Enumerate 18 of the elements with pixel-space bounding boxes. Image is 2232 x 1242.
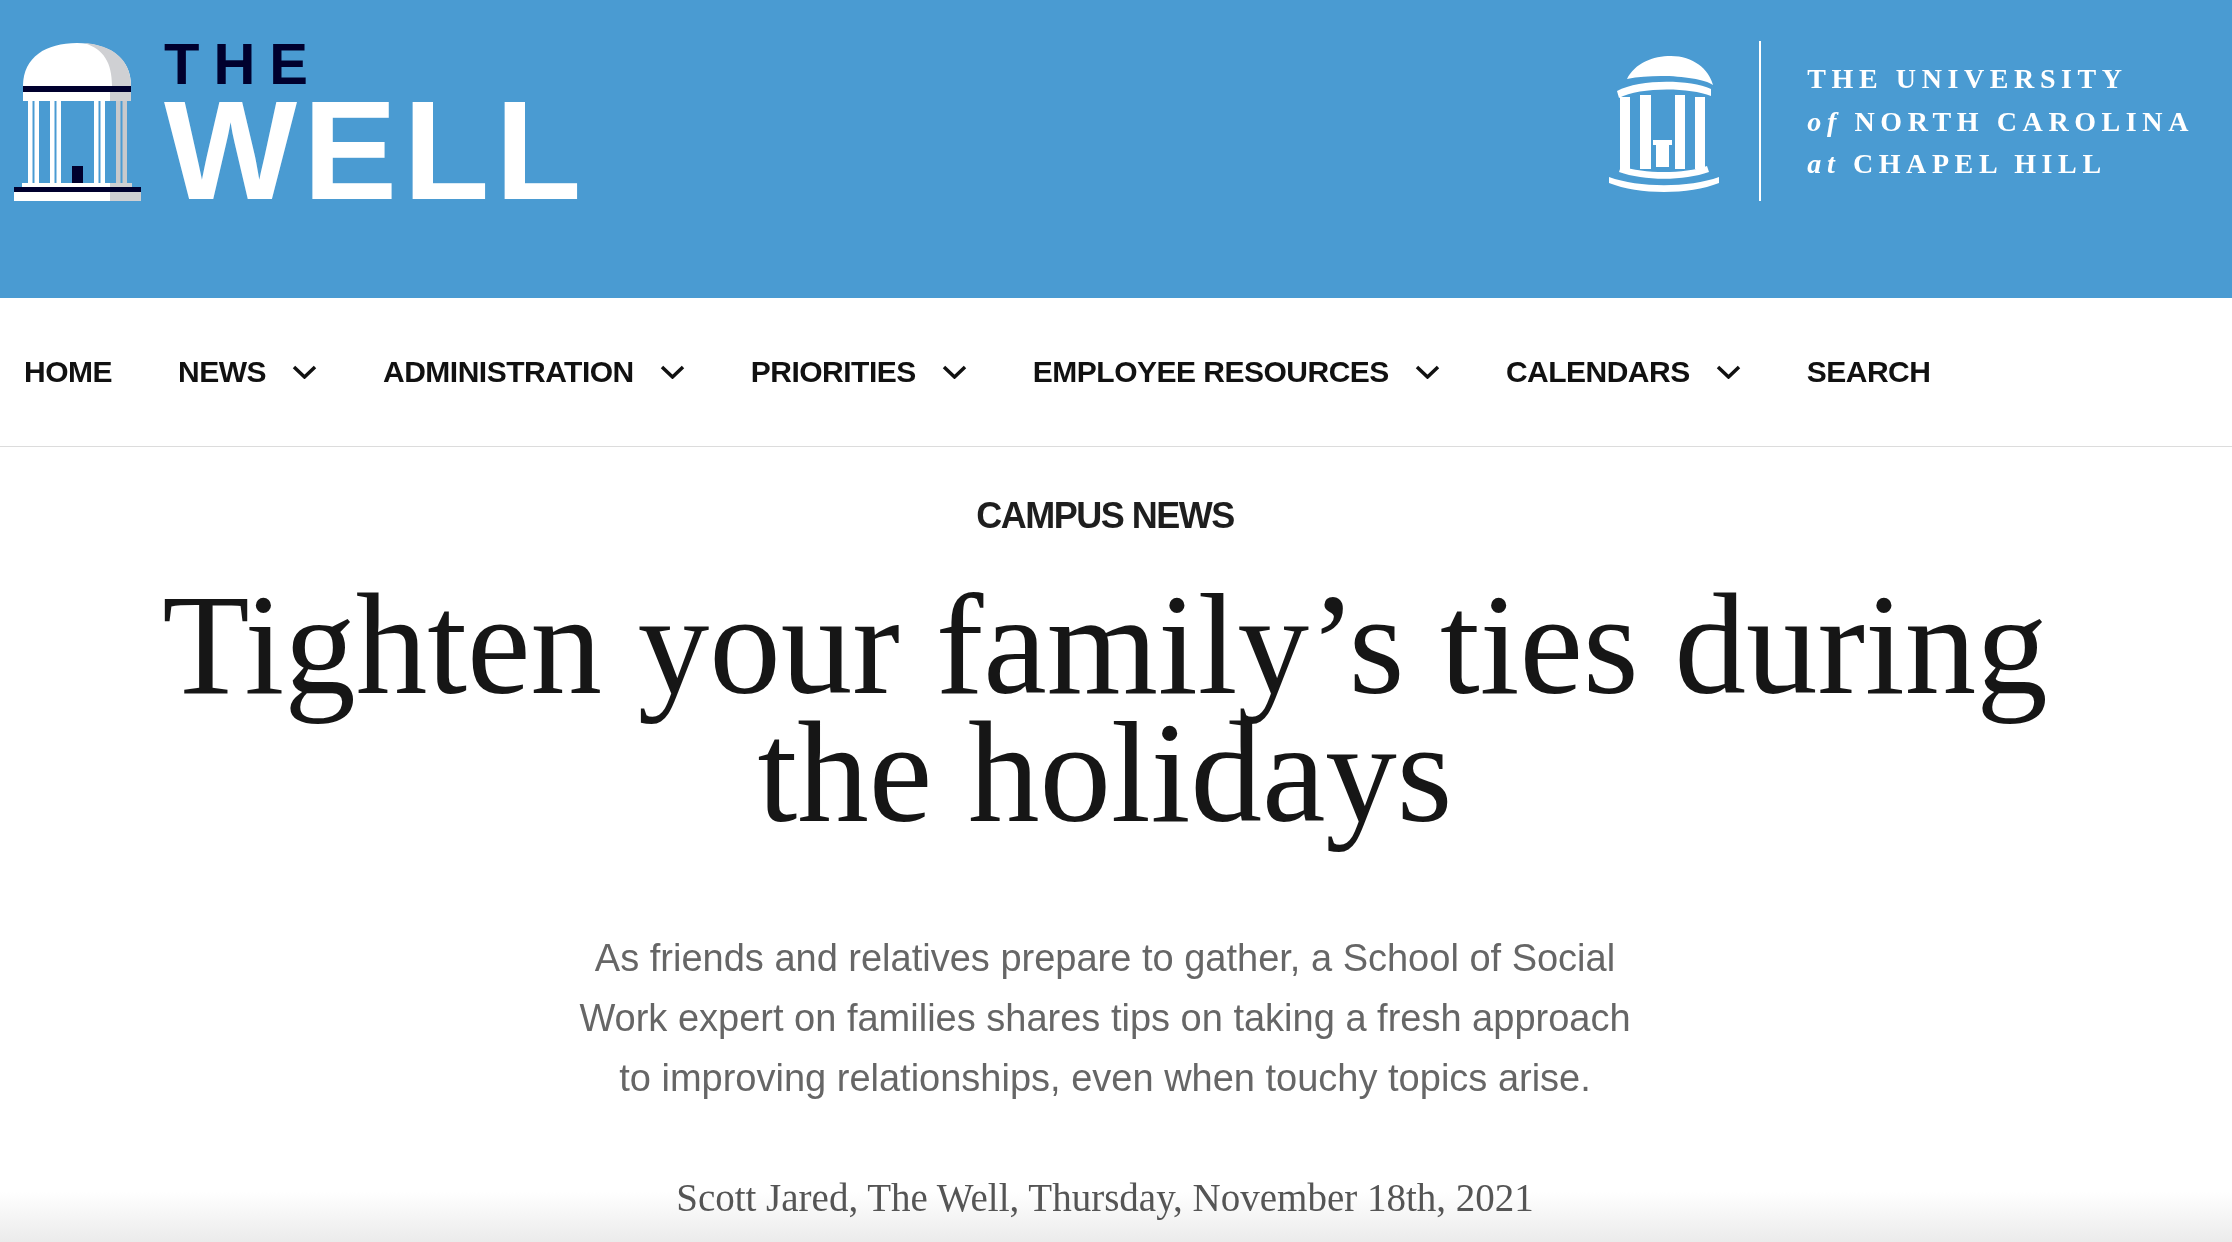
chevron-down-icon xyxy=(292,365,317,379)
byline: Scott Jared, The Well, Thursday, November 18th, 2021 xyxy=(676,1175,1534,1222)
nav-menu-button[interactable]: PRIORITIES xyxy=(750,354,967,390)
nav-link[interactable]: SEARCH xyxy=(1806,354,1931,390)
nav-menu-button[interactable]: CALENDARS xyxy=(1505,354,1741,390)
nav-link[interactable]: HOME xyxy=(24,354,112,390)
category-label: CAMPUS NEWS xyxy=(976,494,1234,537)
chevron-down-icon xyxy=(1715,365,1741,379)
article-summary: As friends and relatives prepare to gather, a School of Social Work expert on families shares tips on taking a fresh approach to improving relationships, even when touchy topics arise. xyxy=(578,936,1632,1101)
nav-menu-button[interactable]: NEWS xyxy=(178,354,317,390)
article-title: Tighten your family’s ties during the holidays xyxy=(161,581,2049,854)
nav-menu-button[interactable]: EMPLOYEE RESOURCES xyxy=(1032,354,1440,390)
logo-text[interactable]: THE xyxy=(164,41,322,88)
nav-menu-button[interactable]: ADMINISTRATION xyxy=(383,354,685,390)
chevron-down-icon xyxy=(941,365,967,379)
chevron-down-icon xyxy=(1414,365,1440,379)
chevron-down-icon xyxy=(659,365,685,379)
gazebo-icon[interactable] xyxy=(14,43,141,201)
